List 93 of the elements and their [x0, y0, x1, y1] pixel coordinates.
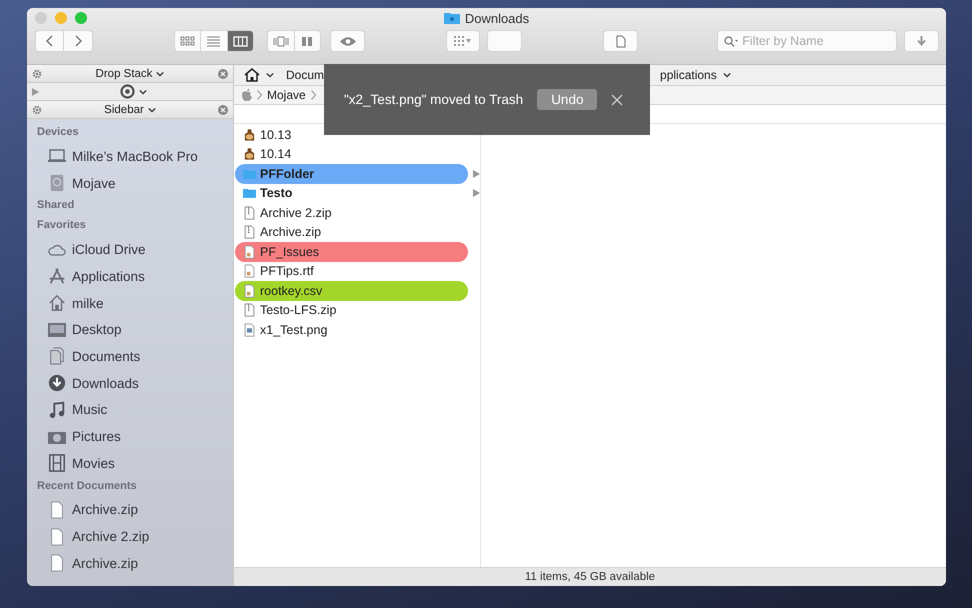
- quick-look-button[interactable]: [330, 30, 366, 52]
- folder-icon: [444, 12, 460, 24]
- download-arrow-icon: [916, 36, 926, 46]
- close-icon[interactable]: [218, 68, 228, 78]
- apple-icon: [242, 89, 252, 101]
- chevron-right-icon: [257, 90, 262, 100]
- sidebar-heading: Devices: [36, 125, 80, 140]
- tagged-file-row[interactable]: rootkey.csv: [235, 281, 468, 300]
- play-icon[interactable]: [32, 88, 39, 96]
- view-mode-icon: [232, 34, 248, 48]
- sidebar-item[interactable]: iCloud Drive: [72, 242, 146, 258]
- disclosure-arrow-icon: [473, 189, 480, 198]
- sidebar-heading: Recent Documents: [36, 478, 138, 494]
- view-mode-control[interactable]: [174, 30, 254, 52]
- arrange-button[interactable]: [446, 30, 480, 52]
- chevron-down-icon: [156, 70, 164, 76]
- path-segment[interactable]: Mojave: [267, 88, 306, 102]
- file-row[interactable]: 10.13: [235, 125, 468, 144]
- music-note-icon: [47, 400, 67, 419]
- sidebar-item[interactable]: milke: [72, 296, 104, 311]
- chevron-left-icon: [46, 35, 54, 47]
- caret-icon: [466, 39, 472, 43]
- close-icon[interactable]: [611, 94, 624, 106]
- chevron-down-icon: [266, 72, 274, 78]
- sidebar-item[interactable]: Movies: [72, 456, 115, 471]
- view-mode-button[interactable]: [228, 31, 254, 51]
- toast-message: "x2_Test.png" moved to Trash: [344, 92, 524, 107]
- document-icon: [243, 244, 256, 259]
- download-button[interactable]: [904, 30, 940, 52]
- new-file-button[interactable]: [602, 30, 638, 52]
- installer-icon: [243, 147, 256, 162]
- home-icon[interactable]: [244, 68, 260, 82]
- gallery-view-icon: [272, 36, 289, 46]
- image-file-icon: [243, 322, 256, 337]
- status-bar: 11 items, 45 GB available: [234, 567, 946, 586]
- sidebar-item[interactable]: Mojave: [72, 176, 116, 191]
- gear-icon[interactable]: [32, 68, 42, 78]
- sidebar-heading: Favorites: [36, 218, 87, 234]
- view-mode-icon: [180, 34, 196, 48]
- view-mode-icon: [206, 34, 222, 48]
- window-title: Downloads: [464, 10, 530, 26]
- zip-file-icon: [243, 303, 256, 318]
- file-row[interactable]: PFTips.rtf: [235, 262, 468, 281]
- folder-icon: [243, 186, 256, 200]
- sidebar-item[interactable]: Pictures: [72, 429, 121, 444]
- file-row[interactable]: Testo: [235, 184, 468, 203]
- tagged-file-row[interactable]: PF_Issues: [235, 242, 468, 262]
- file-row[interactable]: 10.14: [235, 144, 468, 164]
- installer-icon: [243, 128, 256, 142]
- zoom-button[interactable]: [75, 12, 87, 24]
- sidebar-item[interactable]: Applications: [72, 268, 145, 284]
- file-row[interactable]: Archive 2.zip: [235, 203, 468, 222]
- zip-file-icon: [243, 206, 256, 220]
- chevron-right-icon: [310, 90, 316, 100]
- navigation-control[interactable]: [35, 30, 93, 52]
- split-view-icon: [301, 36, 314, 46]
- desktop-icon: [47, 320, 67, 339]
- sidebar-item[interactable]: Documents: [72, 348, 140, 364]
- sidebar-item[interactable]: Music: [72, 402, 108, 418]
- panel-title[interactable]: Sidebar: [104, 104, 144, 116]
- chevron-down-icon: [139, 88, 147, 94]
- chevron-down-icon: [148, 106, 156, 112]
- document-icon: [243, 264, 256, 278]
- chevron-right-icon: [74, 35, 82, 47]
- sidebar-heading: Shared: [36, 198, 76, 214]
- close-icon[interactable]: [218, 104, 228, 114]
- search-icon: [724, 36, 738, 46]
- zip-file-icon: [243, 225, 256, 240]
- film-icon: [47, 454, 67, 472]
- sidebar-item[interactable]: Desktop: [72, 322, 122, 338]
- layout-control[interactable]: [267, 30, 322, 52]
- eye-icon: [338, 36, 357, 46]
- file-row[interactable]: Testo-LFS.zip: [235, 300, 468, 320]
- disclosure-arrow-icon: [473, 170, 480, 178]
- favorite-link[interactable]: Docum: [286, 68, 324, 82]
- sidebar-item[interactable]: Archive.zip: [72, 556, 138, 571]
- home-icon: [47, 294, 67, 312]
- gear-icon[interactable]: [32, 104, 42, 114]
- sidebar-item[interactable]: Archive.zip: [72, 502, 138, 518]
- panel-title[interactable]: Drop Stack: [96, 68, 152, 80]
- file-row[interactable]: Archive.zip: [235, 222, 468, 242]
- document-icon: [243, 284, 256, 298]
- chevron-down-icon: [722, 72, 731, 78]
- sidebar-item[interactable]: Downloads: [72, 376, 139, 391]
- download-icon: [47, 374, 67, 392]
- app-store-icon: [47, 267, 67, 286]
- grid-icon: [454, 36, 464, 46]
- document-icon: [616, 34, 626, 48]
- target-icon[interactable]: [120, 84, 135, 99]
- sidebar-item[interactable]: Milke’s MacBook Pro: [72, 148, 198, 164]
- sidebar-item[interactable]: Archive 2.zip: [72, 529, 150, 544]
- favorite-link[interactable]: pplications: [660, 68, 717, 82]
- file-row[interactable]: x1_Test.png: [235, 320, 468, 340]
